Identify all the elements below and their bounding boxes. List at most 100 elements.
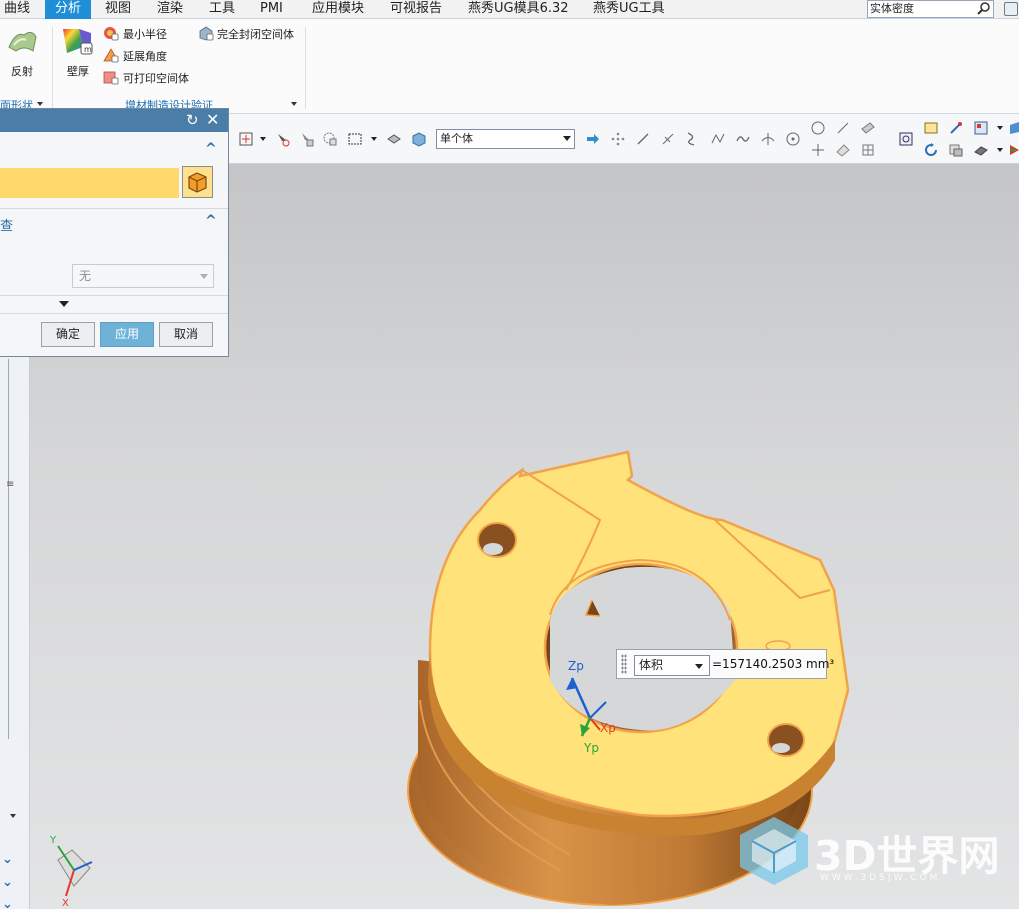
triad-y-label: Y: [49, 835, 57, 846]
closed-volume-icon[interactable]: [198, 25, 214, 41]
select-body-field[interactable]: [0, 168, 179, 198]
check-section-label: 查: [0, 219, 14, 234]
zp-label: Zp: [568, 659, 584, 673]
closed-volume-label[interactable]: 完全封闭空间体: [217, 26, 294, 42]
section-collapse-icon[interactable]: ^: [205, 213, 217, 229]
arrow-right-icon[interactable]: [585, 131, 601, 147]
reflect-label[interactable]: 反射: [11, 63, 33, 79]
grid-points-icon[interactable]: [610, 131, 626, 147]
resource-bar-handle-icon[interactable]: ≡: [6, 479, 14, 490]
chevron-down-icon: [200, 274, 208, 279]
wall-thickness-label[interactable]: 壁厚: [67, 63, 89, 79]
wall-thickness-icon[interactable]: m: [61, 25, 95, 57]
model-bolt-hole-through: [772, 743, 790, 753]
menu-analysis[interactable]: 分析: [45, 0, 91, 19]
pan-icon[interactable]: [948, 120, 964, 136]
menu-render[interactable]: 渲染: [153, 0, 187, 19]
min-radius-icon[interactable]: [103, 25, 119, 41]
menu-pmi[interactable]: PMI: [256, 0, 287, 19]
resource-chevron-down-icon[interactable]: ⌄: [2, 875, 22, 893]
menu-view[interactable]: 视图: [101, 0, 135, 19]
more-options-expander[interactable]: [0, 297, 228, 311]
dialog-divider: [0, 313, 228, 314]
measure-body-dialog: ↻ ✕ ^ 查 ^ 无 确定 应用 取消: [0, 108, 229, 357]
apply-button[interactable]: 应用: [100, 322, 154, 347]
plane-icon[interactable]: [860, 120, 876, 136]
command-search-input[interactable]: 实体密度: [867, 0, 994, 18]
center-point-icon[interactable]: [785, 131, 801, 147]
view-triad-icon[interactable]: [57, 845, 93, 897]
group-face-shape-expand-icon[interactable]: [37, 102, 43, 106]
diagonal-line-icon[interactable]: [835, 120, 851, 136]
surface-icon[interactable]: [835, 142, 851, 158]
ribbon: 反射 面形状 m 壁厚 最小半径 延展角度 可打印空间体 完全封闭空间体 增材制…: [0, 19, 1019, 114]
polyline-icon[interactable]: [710, 131, 726, 147]
snap-dropdown-icon[interactable]: [260, 137, 266, 141]
dialog-title-bar[interactable]: ↻ ✕: [0, 109, 228, 132]
overflow-icon[interactable]: [1010, 142, 1019, 158]
solid-body-icon[interactable]: [411, 131, 427, 147]
pick-point-icon[interactable]: [275, 131, 291, 147]
chevron-down-icon: [563, 136, 571, 141]
render-style-dropdown-icon[interactable]: [997, 148, 1003, 152]
rotate-icon[interactable]: [923, 142, 939, 158]
snap-point-icon[interactable]: [238, 131, 254, 147]
section-collapse-icon[interactable]: ^: [205, 141, 217, 157]
extend-angle-label[interactable]: 延展角度: [123, 48, 167, 64]
group-am-expand-icon[interactable]: [291, 102, 297, 106]
box-select-icon[interactable]: [347, 131, 363, 147]
menu-tools[interactable]: 工具: [205, 0, 239, 19]
close-icon[interactable]: ✕: [206, 111, 219, 128]
curve-icon[interactable]: [684, 131, 700, 147]
menu-curve[interactable]: 曲线: [0, 0, 34, 19]
select-body-icon[interactable]: [386, 131, 402, 147]
fit-view-icon[interactable]: [898, 131, 914, 147]
option-select-value: 无: [79, 269, 92, 283]
zoom-window-icon[interactable]: [923, 120, 939, 136]
measure-type-select[interactable]: 体积: [634, 655, 710, 676]
triad-x-label: X: [62, 898, 69, 909]
measure-result-callout[interactable]: 体积 =157140.2503 mm³: [616, 649, 834, 679]
line-intersect-icon[interactable]: [660, 131, 676, 147]
model-bolt-hole-through: [483, 543, 503, 555]
overflow-icon[interactable]: [1010, 120, 1019, 136]
menu-bar: 曲线 分析 视图 渲染 工具 PMI 应用模块 可视报告 燕秀UG模具6.32 …: [0, 0, 1019, 19]
orient-view-icon[interactable]: [948, 142, 964, 158]
printable-volume-label[interactable]: 可打印空间体: [123, 70, 189, 86]
cancel-button[interactable]: 取消: [159, 322, 213, 347]
ok-button[interactable]: 确定: [41, 322, 95, 347]
printable-volume-icon[interactable]: [103, 69, 119, 85]
layout-dropdown-icon[interactable]: [997, 126, 1003, 130]
reset-icon[interactable]: ↻: [186, 112, 199, 128]
menu-app-module[interactable]: 应用模块: [308, 0, 368, 19]
window-restore-icon[interactable]: [1004, 2, 1018, 16]
menu-yanxiu-tools[interactable]: 燕秀UG工具: [589, 0, 669, 19]
option-select[interactable]: 无: [72, 264, 214, 288]
intersection-curve-icon[interactable]: [760, 131, 776, 147]
reflect-icon[interactable]: [6, 27, 38, 55]
box-select-dropdown-icon[interactable]: [371, 137, 377, 141]
resource-scroll-down-icon[interactable]: [10, 814, 16, 818]
circle-icon[interactable]: [810, 120, 826, 136]
resource-chevron-down-icon[interactable]: ⌄: [2, 852, 22, 870]
select-body-button[interactable]: [182, 166, 213, 198]
extend-angle-icon[interactable]: [103, 47, 119, 63]
cube-icon: [188, 172, 207, 193]
render-style-icon[interactable]: [973, 142, 989, 158]
body-filter-select[interactable]: 单个体: [436, 129, 575, 149]
layout-icon[interactable]: [973, 120, 989, 136]
resource-chevron-down-icon[interactable]: ⌄: [2, 897, 22, 909]
dialog-divider: [0, 295, 228, 296]
plus-icon[interactable]: [810, 142, 826, 158]
search-icon[interactable]: [976, 1, 992, 17]
resource-bar-scroll-track[interactable]: [8, 359, 14, 739]
spline-icon[interactable]: [735, 131, 751, 147]
menu-yanxiu-mold[interactable]: 燕秀UG模具6.32: [464, 0, 573, 19]
min-radius-label[interactable]: 最小半径: [123, 26, 167, 42]
mesh-icon[interactable]: [860, 142, 876, 158]
select-feature-icon[interactable]: [299, 131, 315, 147]
line-icon[interactable]: [635, 131, 651, 147]
drag-handle-icon[interactable]: [621, 654, 627, 674]
select-face-icon[interactable]: [322, 131, 338, 147]
menu-visual-report[interactable]: 可视报告: [386, 0, 446, 19]
